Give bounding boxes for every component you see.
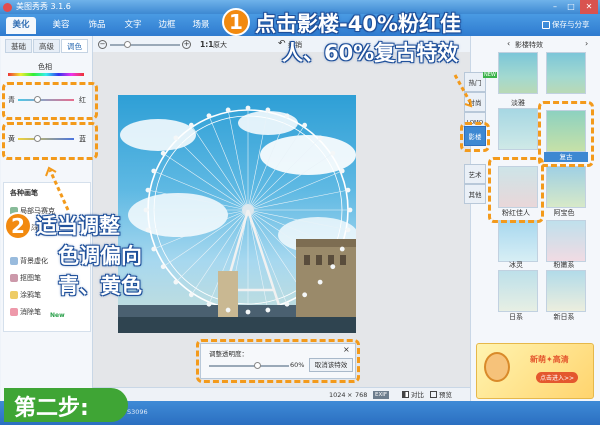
step1-text-line2: 人、60%复古特效 — [282, 41, 459, 65]
step1-number: 1 — [222, 8, 250, 36]
step2-text-line1: 适当调整 — [36, 214, 120, 238]
step1-text-line1: 点击影楼-40%粉红佳 — [255, 12, 461, 36]
arrow-step2 — [48, 169, 70, 211]
step2-text-line3: 青、黄色 — [58, 274, 142, 298]
step2-number: 2 — [4, 212, 32, 240]
arrow-step1 — [453, 74, 472, 103]
step2-text-line2: 色调偏向 — [58, 244, 142, 268]
